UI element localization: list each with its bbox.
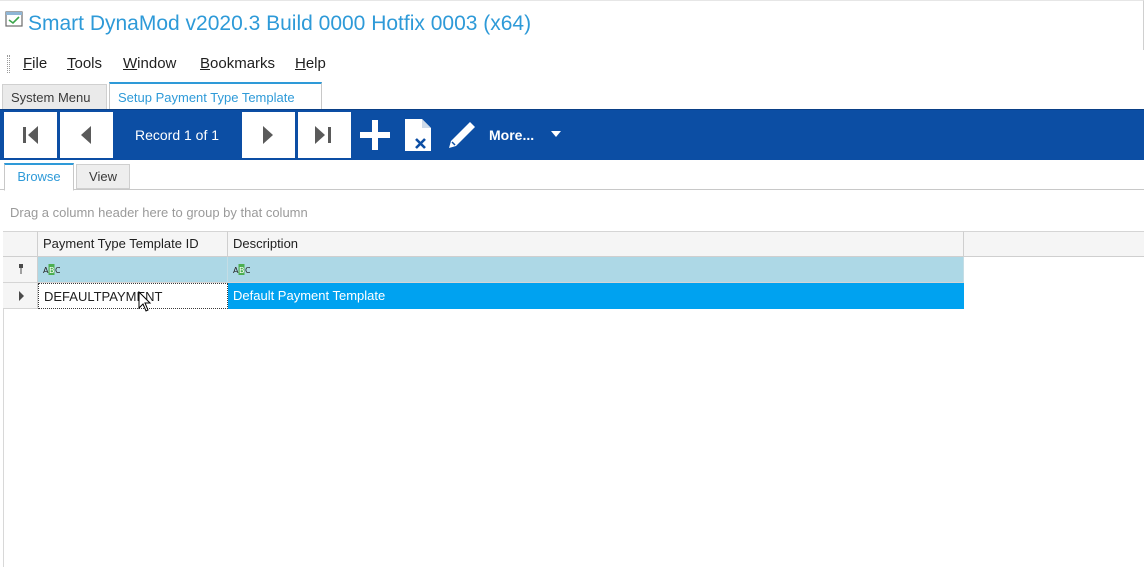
column-header-description[interactable]: Description [228,231,964,257]
delete-icon[interactable] [400,117,436,153]
pin-icon [19,264,23,274]
menu-help[interactable]: Help [295,55,326,73]
menu-grip[interactable] [7,55,10,73]
app-logo-icon [5,11,23,27]
cell-template-id[interactable]: DEFAULTPAYMENT [38,283,228,309]
header-indicator-cell [3,231,38,257]
window-title: Smart DynaMod v2020.3 Build 0000 Hotfix … [28,12,532,35]
row-indicator[interactable] [3,283,38,309]
tab-system-menu[interactable]: System Menu [2,84,107,109]
first-record-icon [23,126,38,144]
group-by-hint: Drag a column header here to group by th… [10,205,308,220]
svg-text:C: C [55,266,60,275]
menu-tools[interactable]: Tools [67,55,102,73]
tab-browse[interactable]: Browse [4,163,74,191]
dropdown-caret-icon[interactable] [551,131,561,138]
menu-file[interactable]: File [23,55,47,73]
header-empty-area [964,231,1144,257]
menu-bookmarks[interactable]: Bookmarks [200,55,275,73]
view-tab-strip [0,160,1144,190]
filter-row-indicator [3,257,38,283]
column-header-template-id[interactable]: Payment Type Template ID [38,231,228,257]
last-record-icon [315,126,331,144]
svg-text:B: B [239,266,245,275]
first-record-button[interactable] [4,112,57,158]
add-icon[interactable] [357,117,393,153]
previous-record-button[interactable] [60,112,113,158]
previous-record-icon [81,126,91,144]
text-filter-icon: A B C [233,264,250,275]
current-row-arrow-icon [19,291,24,301]
text-filter-icon: A B C [43,264,60,275]
mouse-cursor-icon [138,291,152,312]
last-record-button[interactable] [298,112,351,158]
edit-icon[interactable] [444,117,480,153]
menu-window[interactable]: Window [123,55,176,73]
next-record-icon [263,126,273,144]
record-position-label: Record 1 of 1 [134,127,220,143]
more-button[interactable]: More... [489,112,534,158]
filter-cell-template-id[interactable]: A B C [38,257,228,283]
next-record-button[interactable] [242,112,295,158]
svg-text:B: B [49,266,55,275]
cell-description[interactable]: Default Payment Template [228,283,964,309]
tab-view[interactable]: View [76,164,130,189]
filter-cell-description[interactable]: A B C [228,257,964,283]
tab-setup-payment-type-template[interactable]: Setup Payment Type Template [109,82,322,109]
svg-text:C: C [245,266,250,275]
